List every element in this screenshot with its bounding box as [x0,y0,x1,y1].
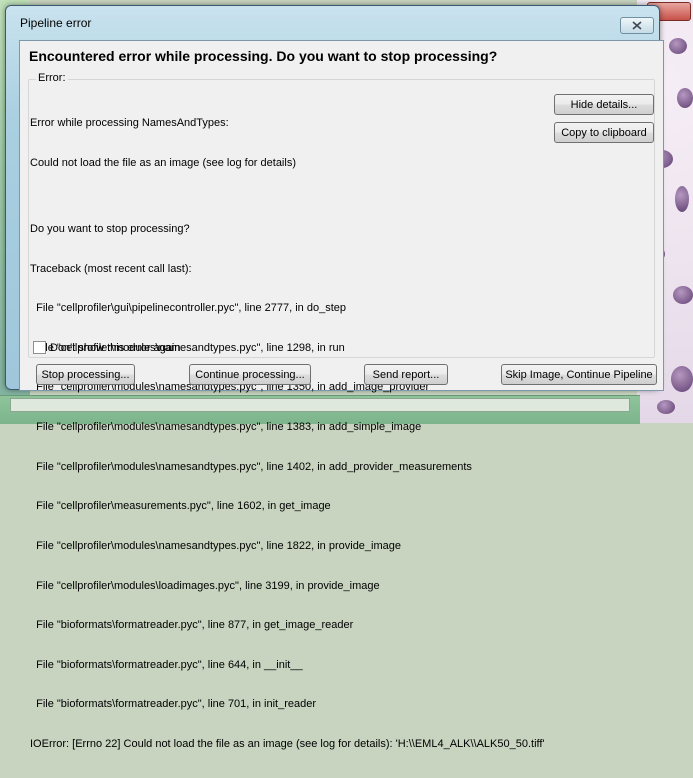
detail-line: Could not load the file as an image (see… [30,157,296,170]
dialog-body: Encountered error while processing. Do y… [19,40,664,750]
skip-image-continue-button[interactable]: Skip Image, Continue Pipeline [501,364,657,385]
error-details-text: Error while processing NamesAndTypes: Co… [30,91,545,778]
continue-processing-button[interactable]: Continue processing... [189,364,311,385]
close-icon [632,21,642,30]
detail-line: IOError: [Errno 22] Could not load the f… [30,737,545,750]
copy-to-clipboard-button[interactable]: Copy to clipboard [554,122,654,143]
window-title: Pipeline error [20,16,92,30]
send-report-button[interactable]: Send report... [364,364,448,385]
detail-line: File "cellprofiler\modules\namesandtypes… [30,421,422,434]
detail-line: File "cellprofiler\measurements.pyc", li… [30,500,331,513]
close-button[interactable] [620,17,654,34]
detail-line: File "cellprofiler\modules\loadimages.py… [30,579,380,592]
detail-line: Traceback (most recent call last): [30,262,192,275]
pipeline-error-dialog: Pipeline error Encountered error while p… [5,5,664,750]
detail-line: File "cellprofiler\modules\namesandtypes… [30,539,402,552]
error-group-label: Error: [36,72,68,84]
dont-show-again-label[interactable]: Don't show this error again [50,342,181,354]
stop-processing-button[interactable]: Stop processing... [36,364,135,385]
error-header: Encountered error while processing. Do y… [29,48,498,64]
detail-line: File "bioformats\formatreader.pyc", line… [30,619,354,632]
detail-line: File "cellprofiler\gui\pipelinecontrolle… [30,302,346,315]
detail-line: Do you want to stop processing? [30,223,190,236]
detail-line: File "bioformats\formatreader.pyc", line… [30,658,303,671]
dont-show-again-row[interactable]: Don't show this error again [33,341,181,354]
detail-line: File "bioformats\formatreader.pyc", line… [30,698,316,711]
detail-line: File "cellprofiler\modules\namesandtypes… [30,460,472,473]
detail-line: Error while processing NamesAndTypes: [30,117,229,130]
dont-show-again-checkbox[interactable] [33,341,46,354]
hide-details-button[interactable]: Hide details... [554,94,654,115]
